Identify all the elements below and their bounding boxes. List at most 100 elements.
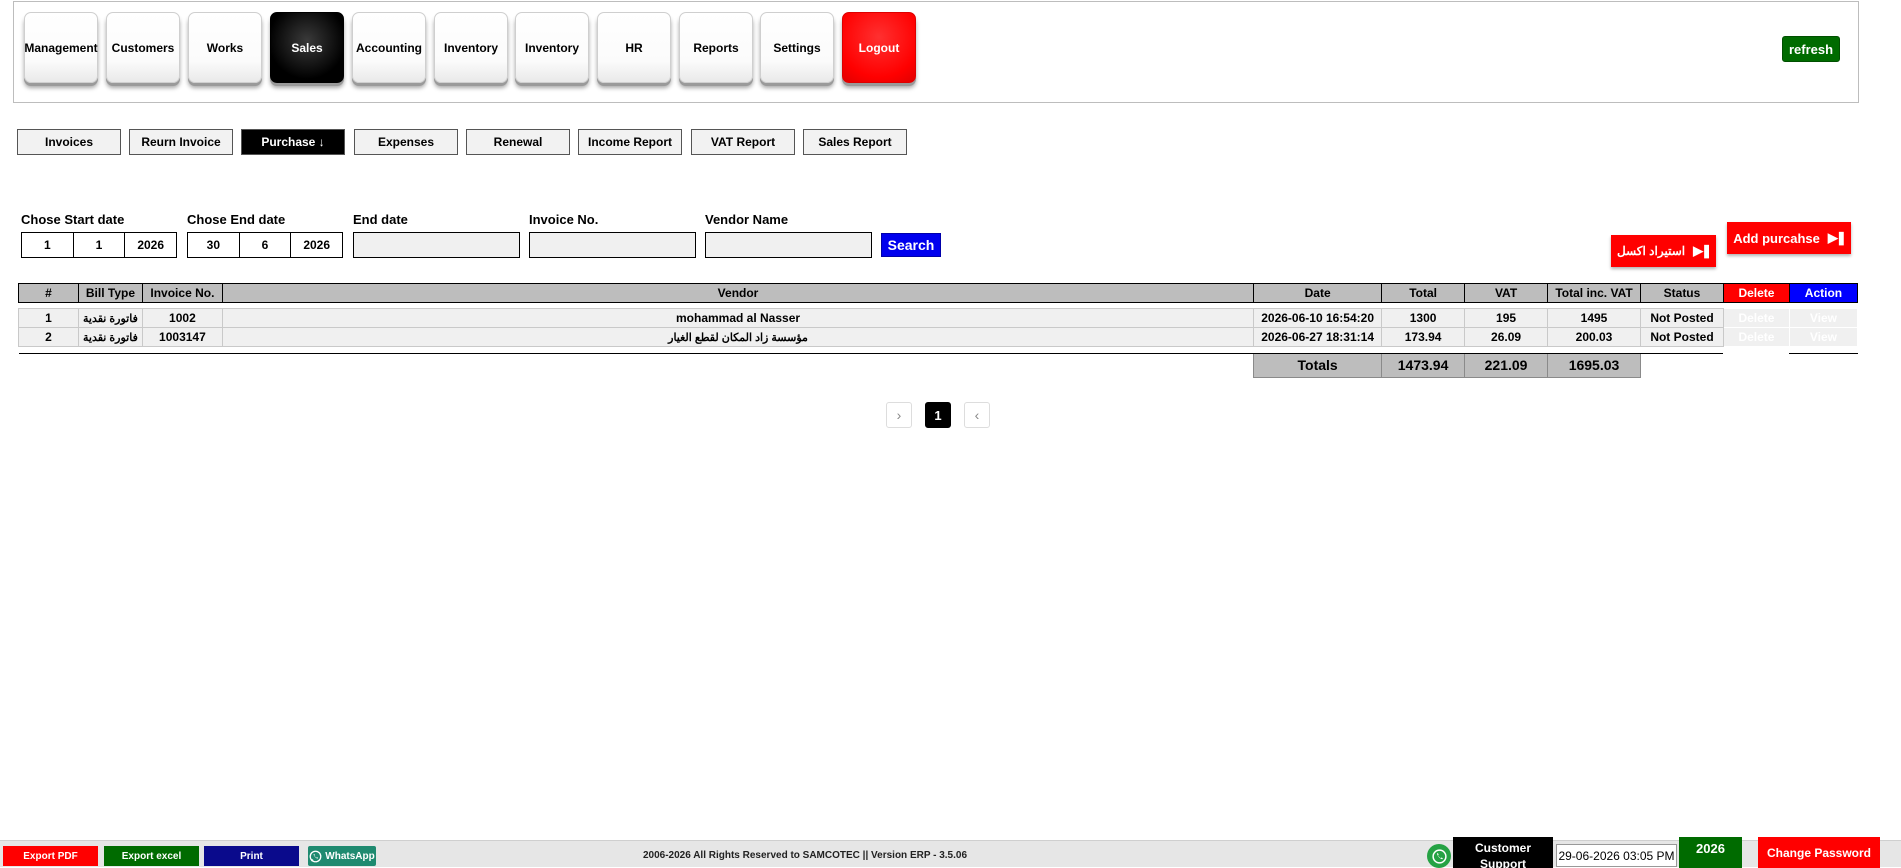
top-navigation-bar: Management Customers Works Sales Account… <box>13 1 1859 103</box>
table-row: 1 فاتورة نقدية 1002 mohammad al Nasser 2… <box>18 308 1859 328</box>
end-day[interactable]: 30 <box>188 233 240 257</box>
refresh-button[interactable]: refresh <box>1782 36 1840 62</box>
nav-accounting-button[interactable]: Accounting <box>352 12 426 83</box>
totals-vat: 221.09 <box>1464 352 1549 378</box>
col-total: Total <box>1381 283 1466 303</box>
table-row: 2 فاتورة نقدية 1003147 مؤسسة زاد المكان … <box>18 327 1859 347</box>
tab-invoices[interactable]: Invoices <box>17 129 121 155</box>
whatsapp-label: WhatsApp <box>325 850 375 862</box>
nav-works-button[interactable]: Works <box>188 12 262 83</box>
tab-renewal[interactable]: Renewal <box>466 129 570 155</box>
col-date: Date <box>1253 283 1383 303</box>
whatsapp-icon <box>309 850 322 862</box>
whatsapp-icon <box>1431 848 1447 864</box>
cell-status: Not Posted <box>1640 327 1724 347</box>
start-year[interactable]: 2026 <box>125 233 176 257</box>
start-date-picker[interactable]: 1 1 2026 <box>21 232 177 258</box>
invoice-no-input[interactable] <box>529 232 696 258</box>
tab-income-report[interactable]: Income Report <box>578 129 682 155</box>
totals-row: Totals 1473.94 221.09 1695.03 <box>19 352 1858 378</box>
add-purchase-label: Add purcahse <box>1733 230 1820 246</box>
cell-vat: 26.09 <box>1464 327 1549 347</box>
cell-vat: 195 <box>1464 308 1549 328</box>
totals-label: Totals <box>1253 352 1383 378</box>
end-date-label: End date <box>353 212 408 227</box>
skip-next-icon: ▶❚ <box>1827 230 1847 245</box>
import-excel-button[interactable]: استيراد اكسل ▶❚ <box>1611 235 1716 267</box>
export-pdf-button[interactable]: Export PDF <box>3 846 98 866</box>
nav-reports-button[interactable]: Reports <box>679 12 753 83</box>
add-purchase-button[interactable]: Add purcahse ▶❚ <box>1727 222 1851 254</box>
nav-inventory-2-button[interactable]: Inventory <box>515 12 589 83</box>
cell-total: 173.94 <box>1381 327 1466 347</box>
cell-number: 1 <box>18 308 79 328</box>
nav-hr-button[interactable]: HR <box>597 12 671 83</box>
col-vat: VAT <box>1464 283 1549 303</box>
view-button[interactable]: View <box>1788 308 1859 328</box>
nav-settings-button[interactable]: Settings <box>760 12 834 83</box>
start-month[interactable]: 1 <box>74 233 126 257</box>
search-button[interactable]: Search <box>881 233 941 257</box>
invoice-no-label: Invoice No. <box>529 212 599 227</box>
cell-total: 1300 <box>1381 308 1466 328</box>
col-status: Status <box>1640 283 1724 303</box>
col-total-inc-vat: Total inc. VAT <box>1547 283 1641 303</box>
export-excel-button[interactable]: Export excel <box>104 846 199 866</box>
pagination-current-page[interactable]: 1 <box>925 402 951 428</box>
end-date-picker[interactable]: 30 6 2026 <box>187 232 343 258</box>
print-button[interactable]: Print <box>204 846 299 866</box>
tab-return-invoice[interactable]: Reurn Invoice <box>129 129 233 155</box>
tab-expenses[interactable]: Expenses <box>354 129 458 155</box>
end-month[interactable]: 6 <box>240 233 292 257</box>
view-button[interactable]: View <box>1788 327 1859 347</box>
start-day[interactable]: 1 <box>22 233 74 257</box>
datetime-display: 29-06-2026 03:05 PM <box>1556 844 1677 867</box>
footer-bar: Export PDF Export excel Print WhatsApp 2… <box>0 837 1901 868</box>
purchase-table: # Bill Type Invoice No. Vendor Date Tota… <box>18 283 1859 378</box>
cell-invoice-no: 1002 <box>141 308 223 328</box>
delete-button[interactable]: Delete <box>1722 308 1790 328</box>
col-vendor: Vendor <box>221 283 1255 303</box>
change-password-button[interactable]: Change Password <box>1758 837 1880 868</box>
totals-total-inc-vat: 1695.03 <box>1547 352 1641 378</box>
tab-sales-report[interactable]: Sales Report <box>803 129 907 155</box>
start-date-label: Chose Start date <box>21 212 125 227</box>
whatsapp-support-button[interactable] <box>1427 844 1451 868</box>
table-header-row: # Bill Type Invoice No. Vendor Date Tota… <box>18 283 1859 303</box>
col-bill-type: Bill Type <box>77 283 143 303</box>
col-number: # <box>18 283 79 303</box>
cell-bill-type: فاتورة نقدية <box>77 308 143 328</box>
year-badge[interactable]: 2026 <box>1679 837 1742 868</box>
skip-next-icon: ▶❚ <box>1693 243 1712 258</box>
vendor-name-label: Vendor Name <box>705 212 789 227</box>
pagination: › 1 ‹ <box>886 402 990 428</box>
nav-customers-button[interactable]: Customers <box>106 12 180 83</box>
nav-inventory-button[interactable]: Inventory <box>434 12 508 83</box>
import-excel-label: استيراد اكسل <box>1617 244 1686 258</box>
logout-button[interactable]: Logout <box>842 12 916 83</box>
cell-total-inc-vat: 200.03 <box>1547 327 1641 347</box>
whatsapp-button[interactable]: WhatsApp <box>308 846 376 866</box>
col-invoice-no: Invoice No. <box>141 283 223 303</box>
cell-date: 2026-06-27 18:31:14 <box>1253 327 1383 347</box>
delete-button[interactable]: Delete <box>1722 327 1790 347</box>
end-year[interactable]: 2026 <box>291 233 342 257</box>
customer-support-button[interactable]: Customer Support <box>1453 837 1553 868</box>
col-delete: Delete <box>1722 283 1790 303</box>
cell-bill-type: فاتورة نقدية <box>77 327 143 347</box>
nav-sales-button[interactable]: Sales <box>270 12 344 83</box>
cell-vendor: mohammad al Nasser <box>221 308 1255 328</box>
tab-purchase[interactable]: Purchase ↓ <box>241 129 345 155</box>
cell-total-inc-vat: 1495 <box>1547 308 1641 328</box>
vendor-name-input[interactable] <box>705 232 872 258</box>
pagination-next-button[interactable]: › <box>886 402 912 428</box>
copyright-text: 2006-2026 All Rights Reserved to SAMCOTE… <box>642 850 968 861</box>
end-date-input[interactable] <box>353 232 520 258</box>
nav-management-button[interactable]: Management <box>24 12 98 83</box>
end-date-picker-label: Chose End date <box>187 212 286 227</box>
cell-number: 2 <box>18 327 79 347</box>
pagination-prev-button[interactable]: ‹ <box>964 402 990 428</box>
totals-total: 1473.94 <box>1381 352 1466 378</box>
col-action: Action <box>1788 283 1859 303</box>
tab-vat-report[interactable]: VAT Report <box>691 129 795 155</box>
